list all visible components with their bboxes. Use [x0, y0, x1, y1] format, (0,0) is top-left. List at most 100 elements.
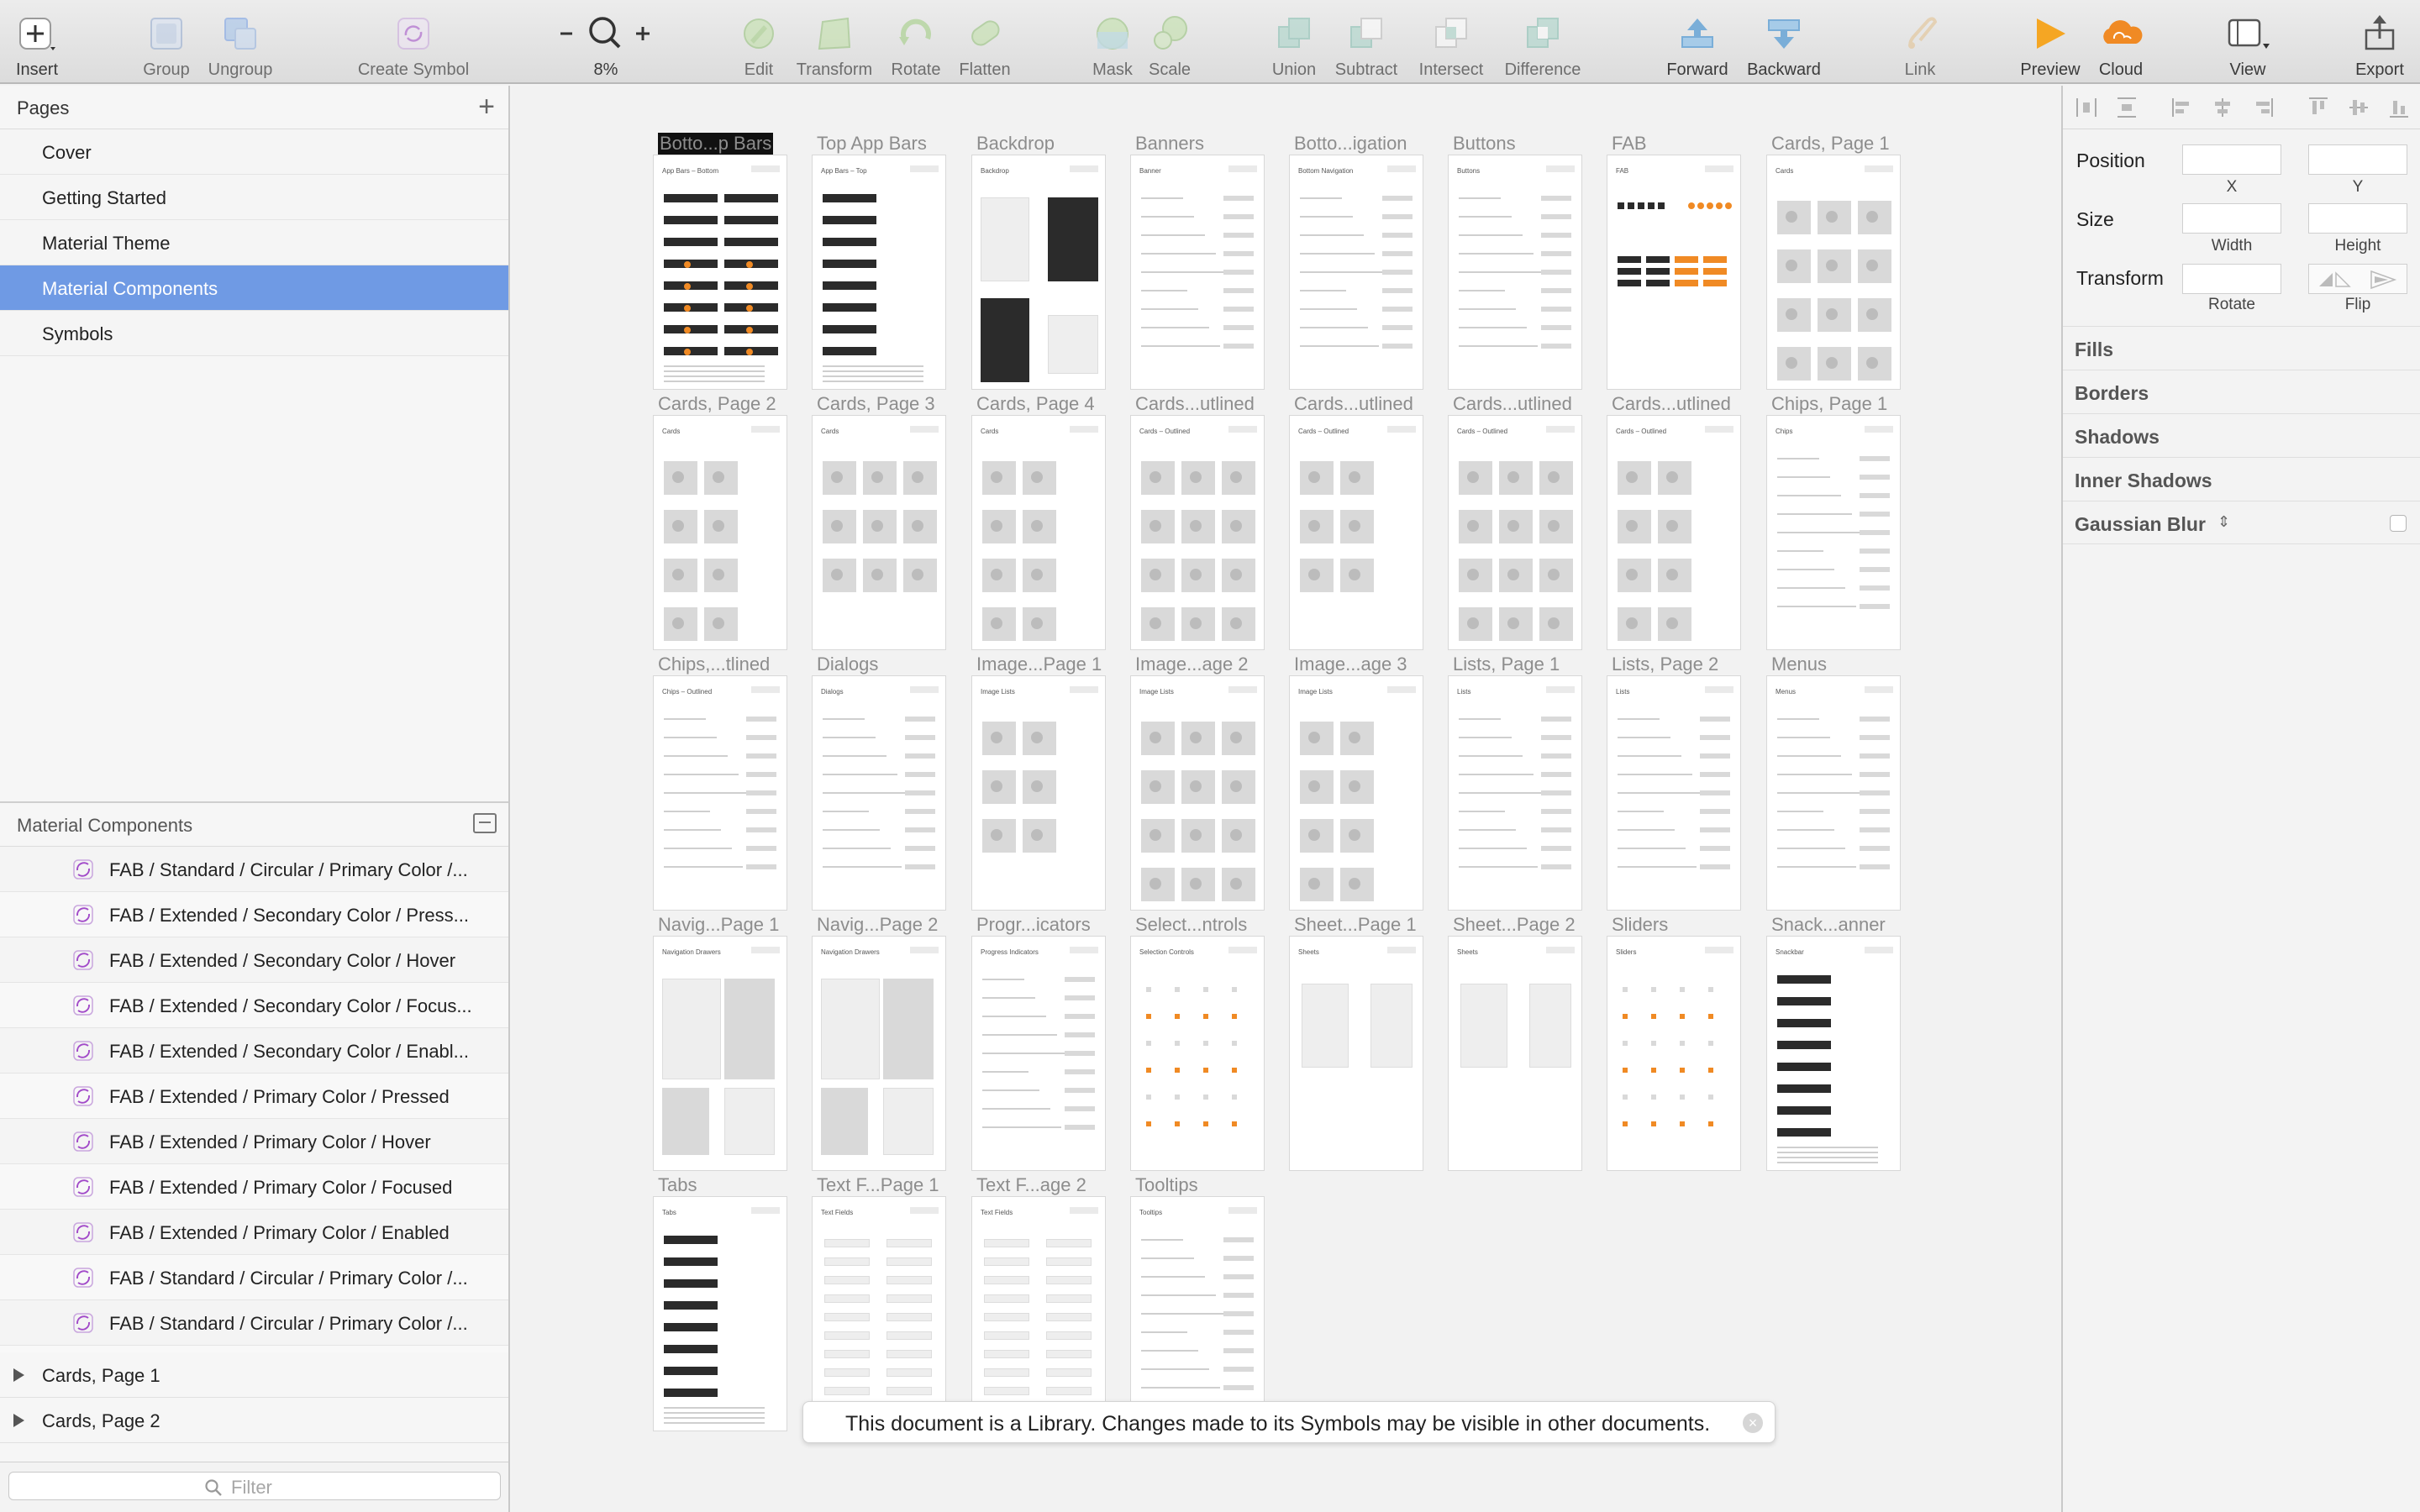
artboard-label[interactable]: Top App Bars: [817, 133, 927, 155]
layer-row[interactable]: FAB / Standard / Circular / Primary Colo…: [0, 1255, 508, 1300]
toolbar-scale-button[interactable]: Scale: [1136, 0, 1203, 84]
artboard-label[interactable]: Botto...igation: [1294, 133, 1407, 155]
artboard[interactable]: Progress Indicators Progr...icators: [971, 914, 1106, 1171]
artboard[interactable]: Tabs Tabs: [653, 1174, 787, 1431]
artboard[interactable]: Text Fields Text F...Page 1: [812, 1174, 946, 1431]
toolbar-insert-button[interactable]: Insert: [3, 0, 71, 84]
artboard[interactable]: Image Lists Image...age 3: [1289, 654, 1423, 911]
toolbar-group-button[interactable]: Group: [129, 0, 204, 84]
disclosure-triangle-icon[interactable]: [13, 1368, 24, 1382]
artboard-label[interactable]: Botto...p Bars: [658, 133, 774, 155]
artboard-label[interactable]: Text F...age 2: [976, 1174, 1086, 1196]
artboard-label[interactable]: Cards...utlined: [1135, 393, 1255, 415]
artboard[interactable]: Cards – Outlined Cards...utlined: [1607, 393, 1741, 650]
artboard[interactable]: Image Lists Image...Page 1: [971, 654, 1106, 911]
layer-row[interactable]: FAB / Extended / Secondary Color / Focus…: [0, 983, 508, 1028]
toolbar-edit-button[interactable]: Edit: [725, 0, 792, 84]
collapse-layers-icon[interactable]: [473, 813, 497, 833]
add-page-button[interactable]: +: [478, 92, 495, 121]
layer-row[interactable]: FAB / Extended / Secondary Color / Enabl…: [0, 1028, 508, 1074]
artboard[interactable]: Sheets Sheet...Page 1: [1289, 914, 1423, 1171]
artboard-label[interactable]: Image...Page 1: [976, 654, 1102, 675]
y-field[interactable]: [2308, 144, 2407, 175]
blur-type-chevron-icon[interactable]: ⇕: [2217, 513, 2230, 531]
artboard[interactable]: Menus Menus: [1766, 654, 1901, 911]
layer-group-row[interactable]: Cards, Page 2: [0, 1398, 508, 1443]
flip-horizontal-icon[interactable]: [2316, 270, 2353, 290]
artboard[interactable]: App Bars – Top Top App Bars: [812, 133, 946, 390]
layer-row[interactable]: FAB / Standard / Circular / Primary Colo…: [0, 1300, 508, 1346]
inner-shadows-section[interactable]: Inner Shadows: [2063, 457, 2420, 501]
artboard-label[interactable]: Navig...Page 1: [658, 914, 779, 936]
artboard-label[interactable]: Image...age 2: [1135, 654, 1249, 675]
artboard[interactable]: Navigation Drawers Navig...Page 1: [653, 914, 787, 1171]
artboard-label[interactable]: Cards...utlined: [1612, 393, 1731, 415]
x-field[interactable]: [2182, 144, 2281, 175]
layer-row[interactable]: FAB / Standard / Circular / Primary Colo…: [0, 847, 508, 892]
artboard[interactable]: Cards Cards, Page 2: [653, 393, 787, 650]
artboard[interactable]: App Bars – Bottom Botto...p Bars: [653, 133, 787, 390]
toolbar-ungroup-button[interactable]: Ungroup: [194, 0, 287, 84]
artboard-label[interactable]: Cards...utlined: [1294, 393, 1413, 415]
artboard[interactable]: Chips – Outlined Chips,...tlined: [653, 654, 787, 911]
toolbar-intersect-button[interactable]: Intersect: [1405, 0, 1497, 84]
artboard-label[interactable]: Menus: [1771, 654, 1827, 675]
align-middle-icon[interactable]: [2347, 96, 2370, 119]
toolbar-view-button[interactable]: View: [2210, 0, 2286, 84]
artboard[interactable]: Dialogs Dialogs: [812, 654, 946, 911]
page-item-cover[interactable]: Cover: [0, 129, 508, 175]
artboard[interactable]: Backdrop Backdrop: [971, 133, 1106, 390]
artboard[interactable]: Bottom Navigation Botto...igation: [1289, 133, 1423, 390]
artboard[interactable]: Cards Cards, Page 1: [1766, 133, 1901, 390]
borders-section[interactable]: Borders: [2063, 370, 2420, 413]
artboard-label[interactable]: Dialogs: [817, 654, 878, 675]
artboard-label[interactable]: Cards, Page 2: [658, 393, 776, 415]
artboard-label[interactable]: Chips, Page 1: [1771, 393, 1887, 415]
align-right-icon[interactable]: [2251, 96, 2275, 119]
artboard-label[interactable]: Lists, Page 1: [1453, 654, 1560, 675]
page-item-getting-started[interactable]: Getting Started: [0, 175, 508, 220]
toolbar-export-button[interactable]: Export: [2339, 0, 2420, 84]
align-top-icon[interactable]: [2307, 96, 2330, 119]
toolbar-forward-button[interactable]: Forward: [1651, 0, 1744, 84]
artboard[interactable]: Cards – Outlined Cards...utlined: [1289, 393, 1423, 650]
artboard-label[interactable]: Sheet...Page 1: [1294, 914, 1417, 936]
artboard-label[interactable]: Text F...Page 1: [817, 1174, 939, 1196]
artboard[interactable]: FAB FAB: [1607, 133, 1741, 390]
toolbar-flatten-button[interactable]: Flatten: [943, 0, 1027, 84]
artboard-label[interactable]: Cards, Page 1: [1771, 133, 1890, 155]
artboard-label[interactable]: Select...ntrols: [1135, 914, 1247, 936]
layer-row[interactable]: FAB / Extended / Primary Color / Enabled: [0, 1210, 508, 1255]
toolbar-union-button[interactable]: Union: [1260, 0, 1328, 84]
artboard[interactable]: Navigation Drawers Navig...Page 2: [812, 914, 946, 1171]
toolbar-backward-button[interactable]: Backward: [1733, 0, 1834, 84]
layer-row[interactable]: FAB / Extended / Primary Color / Pressed: [0, 1074, 508, 1119]
shadows-section[interactable]: Shadows: [2063, 413, 2420, 457]
toolbar-cloud-button[interactable]: Cloud: [2083, 0, 2159, 84]
artboard-label[interactable]: Navig...Page 2: [817, 914, 938, 936]
layer-row[interactable]: FAB / Extended / Secondary Color / Hover: [0, 937, 508, 983]
toolbar-zoom-button[interactable]: 8%: [551, 0, 660, 84]
distribute-vertical-icon[interactable]: [2115, 96, 2139, 119]
toolbar-create-symbol-button[interactable]: Create Symbol: [329, 0, 497, 84]
artboard-label[interactable]: Snack...anner: [1771, 914, 1886, 936]
align-left-icon[interactable]: [2170, 96, 2194, 119]
artboard[interactable]: Selection Controls Select...ntrols: [1130, 914, 1265, 1171]
artboard[interactable]: Buttons Buttons: [1448, 133, 1582, 390]
toolbar-transform-button[interactable]: Transform: [784, 0, 885, 84]
artboard[interactable]: Banner Banners: [1130, 133, 1265, 390]
rotate-field[interactable]: [2182, 264, 2281, 294]
artboard[interactable]: Lists Lists, Page 2: [1607, 654, 1741, 911]
artboard-label[interactable]: Sheet...Page 2: [1453, 914, 1576, 936]
gaussian-blur-checkbox[interactable]: [2390, 515, 2407, 532]
layer-row[interactable]: FAB / Extended / Primary Color / Focused: [0, 1164, 508, 1210]
artboard-label[interactable]: Cards, Page 4: [976, 393, 1095, 415]
artboard-label[interactable]: Cards, Page 3: [817, 393, 935, 415]
artboard[interactable]: Chips Chips, Page 1: [1766, 393, 1901, 650]
flip-vertical-icon[interactable]: [2365, 270, 2402, 290]
disclosure-triangle-icon[interactable]: [13, 1414, 24, 1427]
gaussian-blur-section[interactable]: Gaussian Blur ⇕: [2063, 501, 2420, 544]
layer-row[interactable]: FAB / Extended / Secondary Color / Press…: [0, 892, 508, 937]
artboard-label[interactable]: Lists, Page 2: [1612, 654, 1718, 675]
filter-input[interactable]: Filter: [8, 1472, 501, 1500]
